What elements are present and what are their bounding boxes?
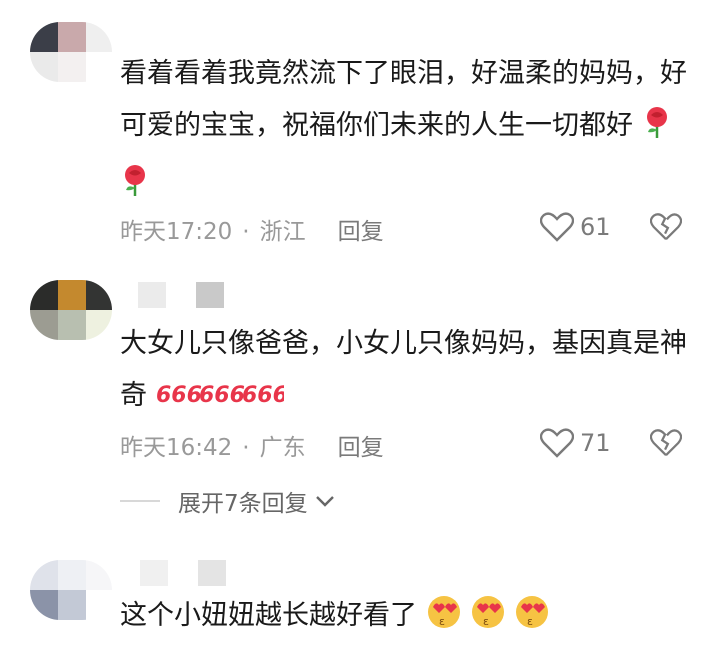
dislike-button[interactable] (649, 428, 683, 462)
svg-text:666: 666 (242, 383, 284, 408)
comment-location: 广东 (259, 435, 306, 461)
comment-text: 看着看着我竟然流下了眼泪，好温柔的妈妈，好可爱的宝宝，祝福你们未来的人生一切都好 (120, 48, 690, 216)
avatar[interactable] (30, 22, 112, 82)
comment-text: 这个小妞妞越长越好看了 ε ε ε (120, 590, 690, 648)
like-count: 61 (580, 213, 611, 241)
avatar[interactable] (30, 280, 112, 340)
divider-line (120, 500, 160, 502)
heart-icon (540, 212, 574, 242)
svg-text:666: 666 (199, 383, 245, 408)
reply-button[interactable]: 回复 (338, 435, 384, 461)
username[interactable] (138, 282, 254, 308)
comment-time: 昨天16:42 (120, 435, 233, 461)
666-icon: 666 666 666 (156, 376, 288, 428)
separator-dot: · (242, 435, 250, 461)
username[interactable] (140, 560, 256, 586)
comment-meta: 昨天16:42 · 广东 回复 (120, 428, 384, 461)
comment-text-content: 这个小妞妞越长越好看了 (120, 600, 417, 631)
reply-button[interactable]: 回复 (338, 219, 384, 245)
heart-eyes-icon: ε ε ε (426, 594, 554, 648)
svg-text:ε: ε (483, 615, 489, 628)
comment-time: 昨天17:20 (120, 219, 233, 245)
comment-text: 大女儿只像爸爸，小女儿只像妈妈，基因真是神奇 666 666 666 (120, 318, 690, 428)
heart-icon (540, 428, 574, 458)
avatar[interactable] (30, 560, 112, 620)
like-count: 71 (580, 429, 611, 457)
separator-dot: · (242, 219, 250, 245)
rose-icon (642, 106, 672, 158)
expand-replies-label: 展开7条回复 (178, 491, 308, 517)
comment-meta: 昨天17:20 · 浙江 回复 (120, 212, 384, 245)
svg-text:666: 666 (156, 383, 202, 408)
chevron-down-icon (315, 496, 334, 507)
broken-heart-icon (649, 213, 683, 241)
svg-text:ε: ε (527, 615, 533, 628)
broken-heart-icon (649, 429, 683, 457)
like-button[interactable]: 71 (540, 428, 611, 458)
svg-text:ε: ε (439, 615, 445, 628)
expand-replies-button[interactable]: 展开7条回复 (120, 486, 336, 517)
comment-text-content: 看着看着我竟然流下了眼泪，好温柔的妈妈，好可爱的宝宝，祝福你们未来的人生一切都好 (120, 58, 687, 141)
rose-icon (120, 164, 150, 216)
dislike-button[interactable] (649, 212, 683, 246)
comment-location: 浙江 (259, 219, 306, 245)
like-button[interactable]: 61 (540, 212, 611, 242)
